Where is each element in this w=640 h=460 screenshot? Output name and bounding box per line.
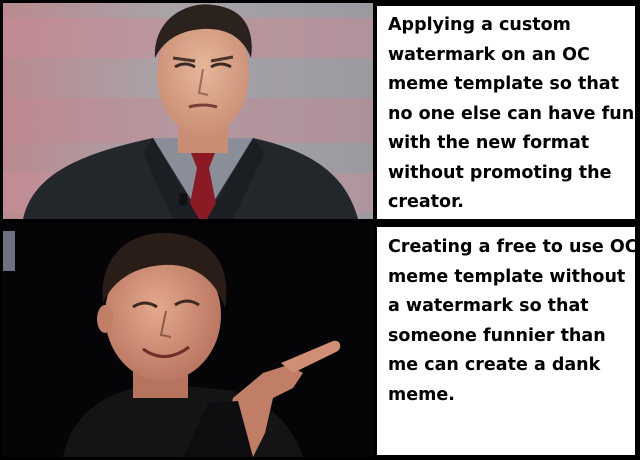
- caption-line: no one else can have fun: [388, 103, 635, 124]
- caption-line: with the new format: [388, 133, 590, 153]
- caption-line: me can create a dank: [388, 355, 601, 375]
- meme-grid: Applying a custom watermark on an OC mem…: [0, 0, 640, 460]
- caption-line: Creating a free to use OC: [388, 237, 638, 257]
- top-caption: Applying a custom watermark on an OC mem…: [377, 6, 635, 219]
- squinting-man-illustration: [3, 3, 373, 219]
- smiling-pointing-man-illustration: [3, 223, 373, 457]
- top-photo-panel: [3, 3, 373, 219]
- caption-line: someone funnier than: [388, 325, 606, 346]
- caption-line: meme template without: [388, 266, 626, 287]
- bottom-photo-panel: [3, 223, 373, 457]
- caption-line: Applying a custom: [388, 15, 571, 35]
- caption-line: without promoting the: [388, 162, 612, 183]
- caption-line: meme.: [388, 384, 455, 405]
- caption-line: meme template so that: [388, 74, 619, 94]
- caption-line: a watermark so that: [388, 296, 589, 316]
- bottom-caption: Creating a free to use OC meme template …: [377, 227, 638, 455]
- caption-line: watermark on an OC: [388, 44, 590, 65]
- caption-line: creator.: [388, 192, 464, 212]
